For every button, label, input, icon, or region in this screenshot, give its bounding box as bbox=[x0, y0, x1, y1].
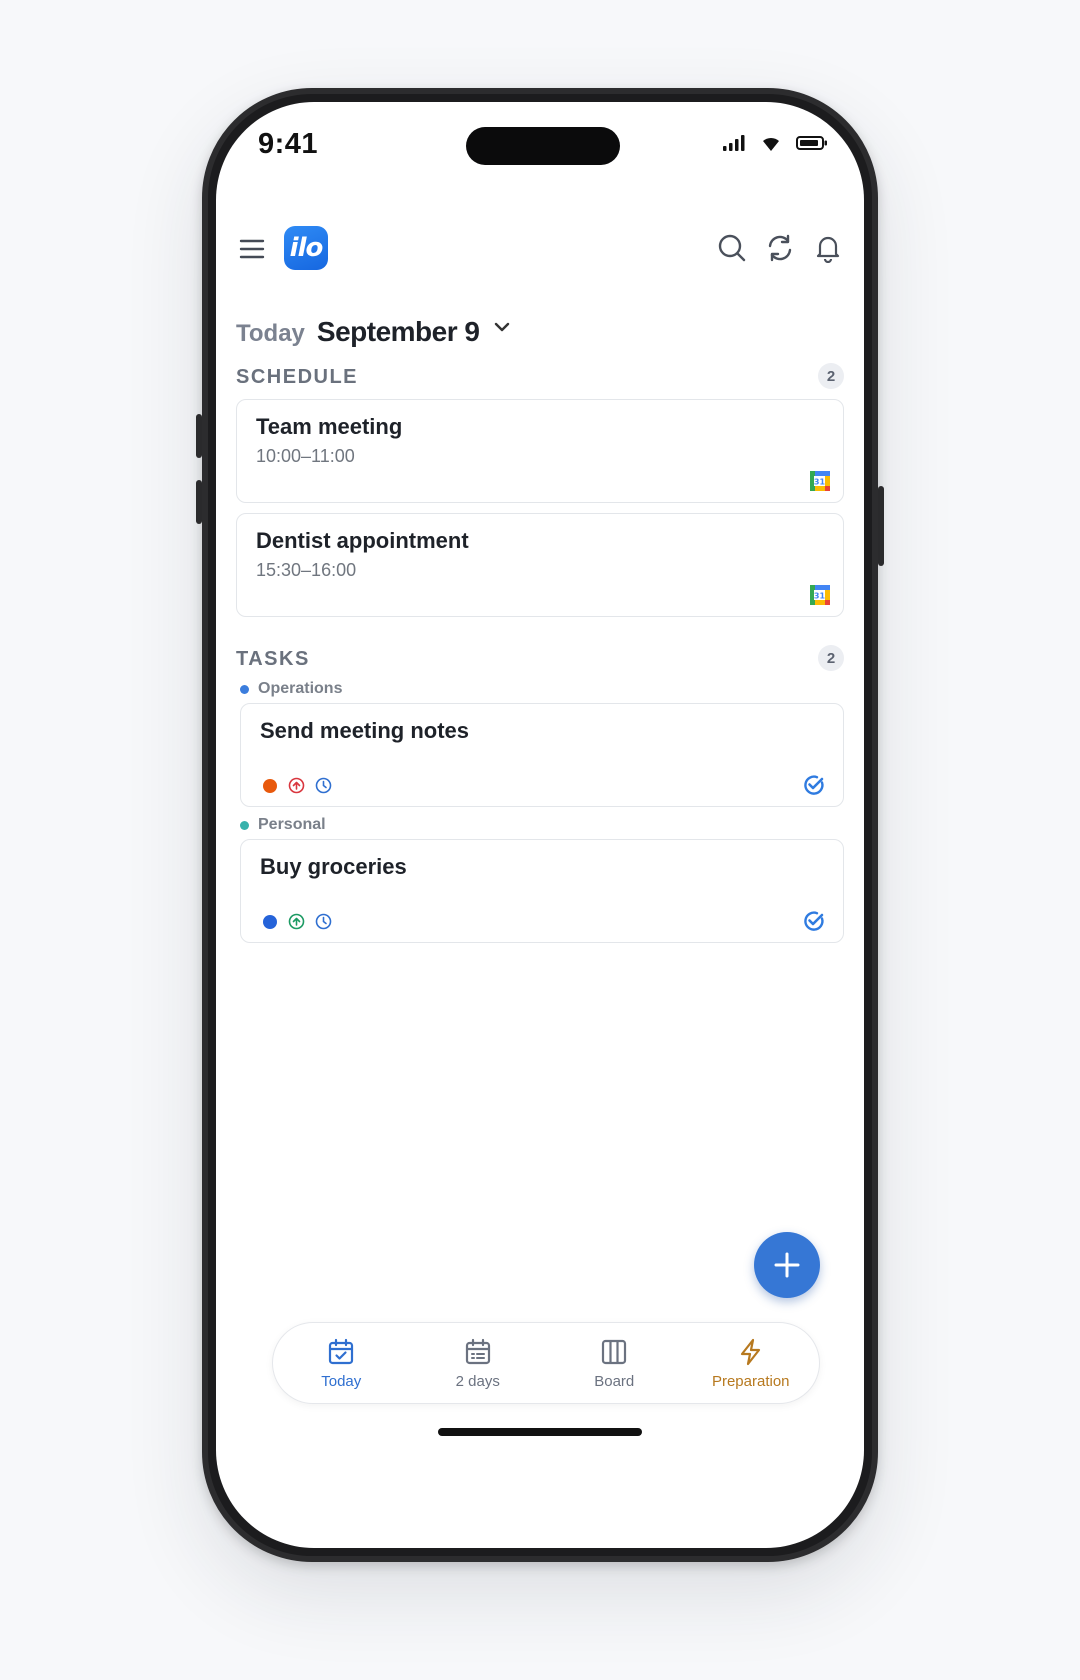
header-actions bbox=[716, 232, 844, 264]
task-title: Send meeting notes bbox=[260, 718, 470, 743]
task-card[interactable]: Buy groceries bbox=[240, 839, 844, 943]
volume-up-button bbox=[196, 414, 202, 458]
nav-tab-preparation[interactable]: Preparation bbox=[683, 1323, 820, 1403]
battery-icon bbox=[796, 135, 828, 151]
clock-icon[interactable] bbox=[315, 777, 332, 794]
tasks-count-badge: 2 bbox=[818, 645, 844, 671]
priority-arrow-up-icon[interactable] bbox=[288, 777, 305, 794]
priority-arrow-up-icon[interactable] bbox=[288, 913, 305, 930]
schedule-count-badge: 2 bbox=[818, 363, 844, 389]
wifi-icon bbox=[760, 134, 782, 152]
task-complete-check-icon[interactable] bbox=[803, 774, 825, 796]
date-prefix: Today bbox=[236, 320, 305, 347]
search-icon[interactable] bbox=[716, 232, 748, 264]
task-meta bbox=[261, 777, 332, 794]
status-dot-icon[interactable] bbox=[261, 913, 278, 930]
date-selector[interactable]: Today September 9 bbox=[236, 316, 513, 348]
group-color-dot bbox=[240, 684, 249, 694]
status-icons bbox=[722, 134, 828, 152]
nav-tab-today[interactable]: Today bbox=[273, 1323, 410, 1403]
app-header: ilo bbox=[236, 226, 844, 272]
task-group-label[interactable]: Personal bbox=[240, 816, 326, 834]
clock-icon[interactable] bbox=[315, 913, 332, 930]
google-calendar-icon: 31 bbox=[809, 584, 831, 606]
bell-icon[interactable] bbox=[812, 232, 844, 264]
cellular-signal-icon bbox=[722, 134, 746, 152]
event-time: 10:00–11:00 bbox=[256, 446, 355, 466]
nav-label: Preparation bbox=[711, 1372, 790, 1390]
tasks-section-title: TASKS bbox=[236, 648, 310, 670]
schedule-event-card[interactable]: Team meeting 10:00–11:00 31 bbox=[236, 399, 844, 503]
bottom-navigation: Today 2 days Board Preparation bbox=[272, 1322, 820, 1404]
calendar-list-icon bbox=[463, 1337, 493, 1367]
task-complete-check-icon[interactable] bbox=[803, 910, 825, 932]
task-title: Buy groceries bbox=[260, 854, 407, 879]
phone-frame: 9:41 ilo Today September 9 SCHEDULE 2 Te… bbox=[202, 88, 878, 1562]
group-name: Operations bbox=[258, 680, 343, 697]
group-color-dot bbox=[240, 820, 249, 830]
sync-icon[interactable] bbox=[764, 232, 796, 264]
chevron-down-icon[interactable] bbox=[491, 316, 513, 338]
event-title: Dentist appointment bbox=[256, 528, 469, 553]
plus-icon bbox=[773, 1251, 801, 1279]
task-card[interactable]: Send meeting notes bbox=[240, 703, 844, 807]
dynamic-island bbox=[466, 127, 620, 165]
event-title: Team meeting bbox=[256, 414, 403, 439]
app-screen: 9:41 ilo Today September 9 SCHEDULE 2 Te… bbox=[216, 102, 864, 1548]
home-indicator[interactable] bbox=[438, 1428, 642, 1436]
hamburger-menu-icon[interactable] bbox=[236, 234, 268, 264]
board-columns-icon bbox=[599, 1337, 629, 1367]
nav-label: 2 days bbox=[455, 1372, 500, 1390]
schedule-event-card[interactable]: Dentist appointment 15:30–16:00 31 bbox=[236, 513, 844, 617]
group-name: Personal bbox=[258, 816, 326, 833]
status-dot-icon[interactable] bbox=[261, 777, 278, 794]
nav-label: Today bbox=[321, 1372, 362, 1390]
add-button[interactable] bbox=[754, 1232, 820, 1298]
task-meta bbox=[261, 913, 332, 930]
event-time: 15:30–16:00 bbox=[256, 560, 357, 580]
status-time: 9:41 bbox=[258, 128, 319, 160]
schedule-section-title: SCHEDULE bbox=[236, 366, 359, 388]
task-group-label[interactable]: Operations bbox=[240, 680, 342, 698]
lightning-bolt-icon bbox=[736, 1337, 766, 1367]
calendar-check-icon bbox=[326, 1337, 356, 1367]
svg-text:31: 31 bbox=[814, 478, 826, 487]
nav-label: Board bbox=[594, 1372, 635, 1390]
date-label: September 9 bbox=[316, 316, 480, 347]
nav-tab-board[interactable]: Board bbox=[546, 1323, 683, 1403]
nav-tab-2-days[interactable]: 2 days bbox=[410, 1323, 547, 1403]
svg-text:31: 31 bbox=[814, 592, 826, 601]
volume-down-button bbox=[196, 480, 202, 524]
power-button bbox=[878, 486, 884, 566]
app-logo[interactable]: ilo bbox=[284, 226, 328, 270]
google-calendar-icon: 31 bbox=[809, 470, 831, 492]
